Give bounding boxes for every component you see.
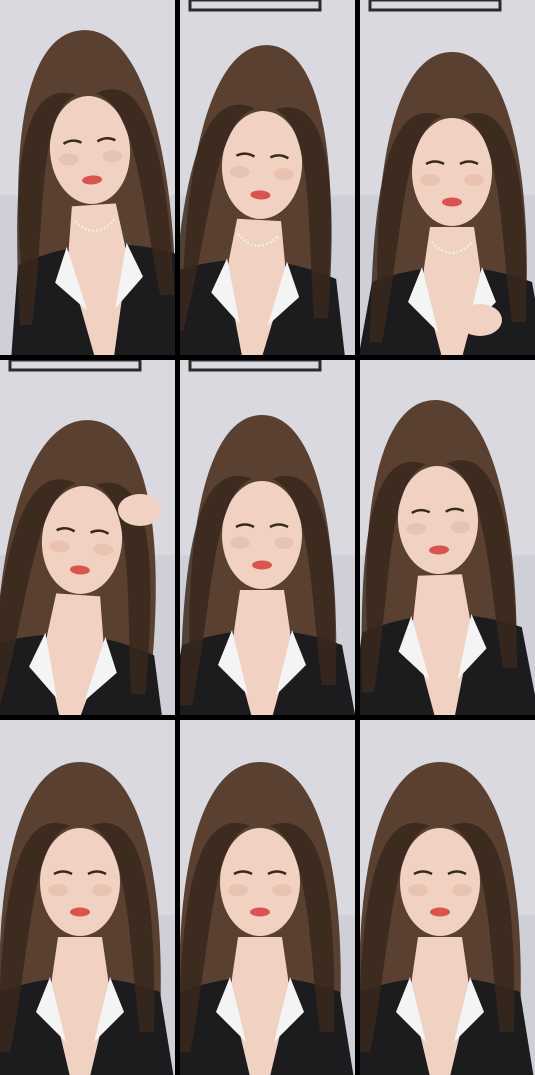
photo-frame-2 <box>180 0 355 355</box>
selfie-photo-7 <box>0 720 175 1075</box>
selfie-photo-6 <box>360 360 535 715</box>
face <box>400 828 480 936</box>
photo-frame-8 <box>180 720 355 1075</box>
photo-grid <box>0 0 535 1075</box>
cheek-left <box>420 174 440 186</box>
selfie-photo-9 <box>360 720 535 1075</box>
photo-frame-9 <box>360 720 535 1075</box>
cheek-left <box>230 537 250 549</box>
cheek-right <box>452 884 472 896</box>
wall-picture-frame <box>368 0 502 12</box>
wall-picture-frame <box>188 0 322 12</box>
selfie-photo-4 <box>0 360 175 715</box>
photo-frame-6 <box>360 360 535 715</box>
cheek-right <box>92 884 112 896</box>
face <box>220 828 300 936</box>
cheek-right <box>274 537 294 549</box>
photo-frame-1 <box>0 0 175 355</box>
selfie-photo-2 <box>180 0 355 355</box>
wall-picture-frame <box>188 360 322 372</box>
lips <box>430 907 450 917</box>
cheek-right <box>464 174 484 186</box>
cheek-left <box>48 884 68 896</box>
cheek-left <box>228 884 248 896</box>
hand <box>458 304 502 336</box>
photo-frame-5 <box>180 360 355 715</box>
face <box>222 481 302 589</box>
selfie-photo-8 <box>180 720 355 1075</box>
hand <box>118 494 162 526</box>
selfie-photo-3 <box>360 0 535 355</box>
selfie-photo-1 <box>0 0 175 355</box>
face <box>412 118 492 226</box>
photo-frame-3 <box>360 0 535 355</box>
wall-picture-frame <box>8 360 142 372</box>
lips <box>252 560 272 570</box>
lips <box>250 907 270 917</box>
face <box>40 828 120 936</box>
photo-frame-4 <box>0 360 175 715</box>
lips <box>70 907 90 917</box>
cheek-right <box>272 884 292 896</box>
lips <box>442 197 462 207</box>
selfie-photo-5 <box>180 360 355 715</box>
cheek-left <box>408 884 428 896</box>
photo-frame-7 <box>0 720 175 1075</box>
